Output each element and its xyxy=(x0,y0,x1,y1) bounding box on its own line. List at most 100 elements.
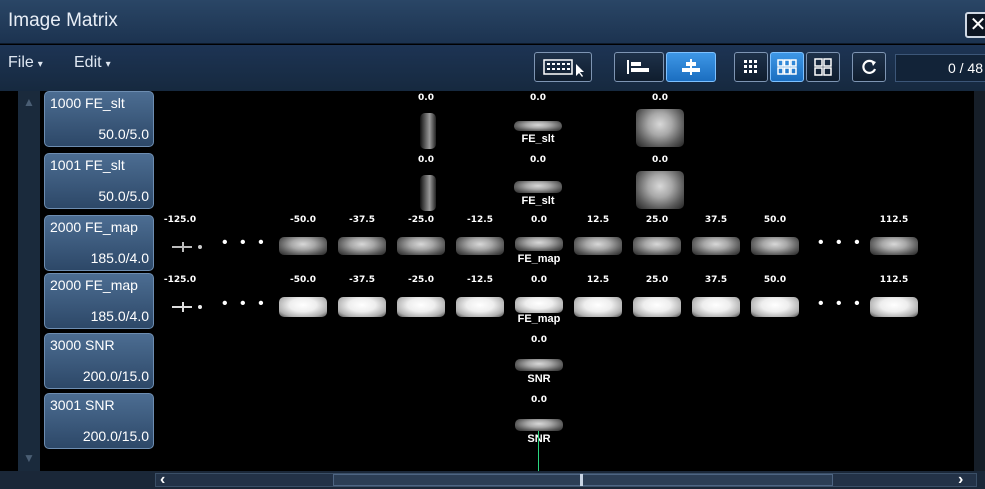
scroll-right-icon[interactable]: › xyxy=(958,471,963,489)
layout-small-grid-button[interactable] xyxy=(734,52,768,82)
series-value: 50.0/5.0 xyxy=(98,126,149,142)
slice-position-label: 0.0 xyxy=(418,93,434,103)
slice-position-label: 37.5 xyxy=(704,275,728,285)
mri-image xyxy=(397,297,445,317)
image-thumbnail[interactable]: -25.0 xyxy=(395,275,447,331)
window-title: Image Matrix xyxy=(8,10,118,31)
edit-menu[interactable]: Edit ▾ xyxy=(74,54,111,72)
slice-position-label: 37.5 xyxy=(704,215,728,225)
image-thumbnail[interactable]: 0.0 FE_slt xyxy=(510,93,566,149)
image-counter: 0 / 48 xyxy=(895,54,985,82)
image-thumbnail[interactable]: 12.5 xyxy=(572,215,624,271)
image-thumbnail[interactable]: -37.5 xyxy=(336,275,388,331)
align-left-button[interactable] xyxy=(614,52,664,82)
series-item[interactable]: 2000 FE_map 185.0/4.0 xyxy=(44,273,154,329)
series-name: 2000 FE_map xyxy=(50,219,138,235)
series-value: 185.0/4.0 xyxy=(90,308,149,324)
mri-image xyxy=(515,359,563,371)
series-item[interactable]: 1001 FE_slt 50.0/5.0 xyxy=(44,153,154,209)
refresh-button[interactable] xyxy=(852,52,886,82)
mri-image xyxy=(751,237,799,255)
file-menu-label: File xyxy=(8,54,34,71)
image-thumbnail[interactable]: 112.5 xyxy=(868,275,920,331)
slice-position-label: 12.5 xyxy=(586,215,610,225)
scroll-left-icon[interactable]: ‹ xyxy=(160,471,165,489)
slice-position-label: -25.0 xyxy=(408,275,434,285)
mri-image xyxy=(633,237,681,255)
image-thumbnail[interactable]: -125.0 xyxy=(160,275,202,331)
image-thumbnail[interactable]: 0.0 FE_map xyxy=(513,215,565,271)
image-thumbnail[interactable]: 50.0 xyxy=(749,215,801,271)
slice-position-label: -50.0 xyxy=(290,215,316,225)
scroll-up-icon[interactable]: ▲ xyxy=(18,93,40,111)
slice-position-label: 0.0 xyxy=(418,155,434,165)
horizontal-scrollbar[interactable]: ‹ › xyxy=(0,471,985,489)
mri-image xyxy=(279,297,327,317)
chevron-down-icon: ▾ xyxy=(105,59,111,70)
image-thumbnail[interactable]: 25.0 xyxy=(631,215,683,271)
mri-image xyxy=(751,297,799,317)
slice-position-label: 112.5 xyxy=(879,275,909,285)
image-tag: FE_map xyxy=(517,253,561,265)
image-thumbnail[interactable]: -50.0 xyxy=(277,275,329,331)
series-item[interactable]: 1000 FE_slt 50.0/5.0 xyxy=(44,91,154,147)
image-thumbnail[interactable]: 0.0 FE_map xyxy=(513,275,565,331)
slice-position-label: 12.5 xyxy=(586,275,610,285)
title-bar: Image Matrix ✕ xyxy=(0,0,985,44)
mri-image xyxy=(420,113,436,149)
mri-image xyxy=(574,297,622,317)
image-thumbnail[interactable]: -12.5 xyxy=(454,215,506,271)
mri-image xyxy=(172,302,202,312)
image-tag: SNR xyxy=(527,373,551,385)
align-center-button[interactable] xyxy=(666,52,716,82)
series-name: 3000 SNR xyxy=(50,337,115,353)
mri-image xyxy=(574,237,622,255)
series-name: 1000 FE_slt xyxy=(50,95,125,111)
image-thumbnail[interactable]: 0.0 SNR xyxy=(513,335,565,391)
slice-position-label: -25.0 xyxy=(408,215,434,225)
refresh-icon xyxy=(862,59,877,74)
series-scrollbar[interactable]: ▲ ▼ xyxy=(18,91,40,471)
file-menu[interactable]: File ▾ xyxy=(8,54,43,72)
image-thumbnail[interactable]: 0.0 SNR xyxy=(513,395,565,451)
series-item[interactable]: 3000 SNR 200.0/15.0 xyxy=(44,333,154,389)
image-thumbnail[interactable]: 50.0 xyxy=(749,275,801,331)
image-thumbnail[interactable]: -125.0 xyxy=(160,215,202,271)
image-thumbnail[interactable]: 12.5 xyxy=(572,275,624,331)
image-thumbnail[interactable]: 0.0 FE_slt xyxy=(510,155,566,211)
image-thumbnail[interactable]: 0.0 xyxy=(406,93,446,149)
image-tag: FE_map xyxy=(517,313,561,325)
image-thumbnail[interactable]: 37.5 xyxy=(690,215,742,271)
image-thumbnail[interactable]: 0.0 xyxy=(632,155,688,211)
image-thumbnail[interactable]: 0.0 xyxy=(632,93,688,149)
series-value: 200.0/15.0 xyxy=(82,428,149,444)
mri-image xyxy=(456,297,504,317)
close-button[interactable]: ✕ xyxy=(965,12,985,38)
scroll-down-icon[interactable]: ▼ xyxy=(18,449,40,467)
ellipsis-icon: • • • xyxy=(818,295,864,312)
image-thumbnail[interactable]: -25.0 xyxy=(395,215,447,271)
slice-position-label: -12.5 xyxy=(467,215,493,225)
image-tag: SNR xyxy=(513,433,565,445)
slice-position-label: 0.0 xyxy=(531,215,547,225)
image-thumbnail[interactable]: -50.0 xyxy=(277,215,329,271)
image-matrix-area: ▲ ▼ 1000 FE_slt 50.0/5.0 1001 FE_slt 50.… xyxy=(0,91,985,471)
image-thumbnail[interactable]: 0.0 xyxy=(406,155,446,211)
image-thumbnail[interactable]: 25.0 xyxy=(631,275,683,331)
image-thumbnail[interactable]: -37.5 xyxy=(336,215,388,271)
series-value: 185.0/4.0 xyxy=(90,250,149,266)
ellipsis-icon: • • • xyxy=(818,234,864,251)
mri-image xyxy=(870,237,918,255)
image-thumbnail[interactable]: 112.5 xyxy=(868,215,920,271)
scroll-thumb[interactable] xyxy=(333,474,833,486)
slice-position-label: 0.0 xyxy=(530,155,546,165)
series-item[interactable]: 2000 FE_map 185.0/4.0 xyxy=(44,215,154,271)
layout-large-grid-button[interactable] xyxy=(806,52,840,82)
series-item[interactable]: 3001 SNR 200.0/15.0 xyxy=(44,393,154,449)
image-thumbnail[interactable]: 37.5 xyxy=(690,275,742,331)
mri-image xyxy=(514,181,562,193)
grid-select-button[interactable] xyxy=(534,52,592,82)
layout-medium-grid-button[interactable] xyxy=(770,52,804,82)
vertical-scrollbar[interactable] xyxy=(974,91,985,471)
image-thumbnail[interactable]: -12.5 xyxy=(454,275,506,331)
